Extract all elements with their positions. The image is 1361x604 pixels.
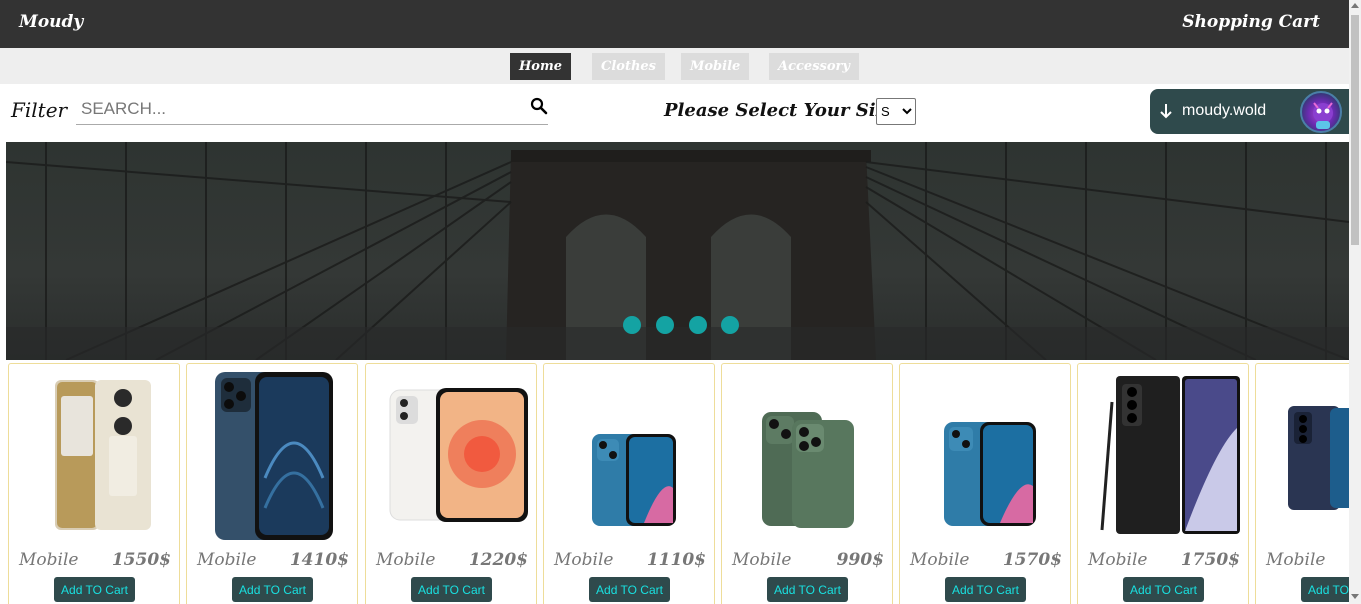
- slider-dot-4[interactable]: [721, 316, 739, 334]
- add-to-cart-button[interactable]: Add TO Cart: [1301, 577, 1349, 602]
- product-image-iphone13[interactable]: [552, 368, 708, 542]
- product-card: Mobile 1750$ Add TO Cart: [1077, 363, 1249, 604]
- tab-home[interactable]: Home: [510, 53, 571, 80]
- scroll-down-arrow-icon[interactable]: [1351, 594, 1359, 599]
- product-category: Mobile: [1266, 550, 1326, 570]
- product-category: Mobile: [19, 550, 79, 570]
- top-header: Moudy Shopping Cart: [0, 0, 1349, 48]
- add-to-cart-button[interactable]: Add TO Cart: [232, 577, 313, 602]
- product-price: 1410$: [289, 550, 349, 570]
- add-to-cart-button[interactable]: Add TO Cart: [1123, 577, 1204, 602]
- add-to-cart-button[interactable]: Add TO Cart: [589, 577, 670, 602]
- size-label: Please Select Your Size :: [664, 100, 911, 121]
- scroll-up-arrow-icon[interactable]: [1351, 3, 1359, 8]
- slider-dot-2[interactable]: [656, 316, 674, 334]
- product-card: Mobile 1220$ Add TO Cart: [365, 363, 537, 604]
- search-icon[interactable]: [530, 97, 548, 115]
- tab-clothes[interactable]: Clothes: [592, 53, 666, 80]
- product-category: Mobile: [197, 550, 257, 570]
- product-image-iphone12pro[interactable]: [195, 368, 351, 542]
- product-card: Mobile Add TO Cart: [1255, 363, 1349, 604]
- product-category: Mobile: [1088, 550, 1148, 570]
- product-card: Mobile 990$ Add TO Cart: [721, 363, 893, 604]
- product-price: 1750$: [1180, 550, 1240, 570]
- product-category: Mobile: [732, 550, 792, 570]
- product-image-iphone12[interactable]: [374, 368, 530, 542]
- product-card: Mobile 1110$ Add TO Cart: [543, 363, 715, 604]
- search-box: [76, 94, 548, 125]
- product-price: 1110$: [646, 550, 706, 570]
- product-category: Mobile: [910, 550, 970, 570]
- tab-accessory[interactable]: Accessory: [769, 53, 859, 80]
- product-category: Mobile: [554, 550, 614, 570]
- add-to-cart-button[interactable]: Add TO Cart: [411, 577, 492, 602]
- page-scrollbar[interactable]: [1349, 0, 1361, 604]
- product-image-s20fe[interactable]: [1264, 368, 1349, 542]
- hero-slider: [6, 142, 1349, 360]
- brand-logo[interactable]: Moudy: [19, 12, 83, 32]
- slider-dot-1[interactable]: [623, 316, 641, 334]
- product-grid: Mobile 1550$ Add TO Cart Mobile 1410$ Ad…: [8, 363, 1349, 604]
- product-price: 1220$: [468, 550, 528, 570]
- scrollbar-thumb[interactable]: [1351, 15, 1359, 245]
- product-price: 1550$: [111, 550, 171, 570]
- search-input[interactable]: [76, 94, 516, 124]
- filter-label: Filter: [11, 98, 68, 122]
- arrow-down-icon: [1160, 104, 1172, 119]
- product-card: Mobile 1410$ Add TO Cart: [186, 363, 358, 604]
- slider-dot-3[interactable]: [689, 316, 707, 334]
- user-menu[interactable]: moudy.wold: [1150, 89, 1349, 134]
- product-image-huawei[interactable]: [17, 368, 173, 542]
- category-nav: Home Clothes Mobile Accessory: [0, 48, 1349, 84]
- product-price: 990$: [836, 550, 884, 570]
- add-to-cart-button[interactable]: Add TO Cart: [767, 577, 848, 602]
- add-to-cart-button[interactable]: Add TO Cart: [945, 577, 1026, 602]
- avatar[interactable]: [1300, 91, 1342, 133]
- product-image-iphone13pro[interactable]: [730, 368, 886, 542]
- slider-dots: [623, 316, 743, 336]
- shopping-cart-link[interactable]: Shopping Cart: [1182, 12, 1320, 32]
- username: moudy.wold: [1182, 102, 1267, 119]
- product-image-iphone13-blue[interactable]: [908, 368, 1064, 542]
- size-select[interactable]: S: [876, 98, 916, 125]
- product-category: Mobile: [376, 550, 436, 570]
- product-image-note20[interactable]: [1086, 368, 1242, 542]
- add-to-cart-button[interactable]: Add TO Cart: [54, 577, 135, 602]
- product-card: Mobile 1570$ Add TO Cart: [899, 363, 1071, 604]
- tab-mobile[interactable]: Mobile: [681, 53, 750, 80]
- product-card: Mobile 1550$ Add TO Cart: [8, 363, 180, 604]
- product-price: 1570$: [1002, 550, 1062, 570]
